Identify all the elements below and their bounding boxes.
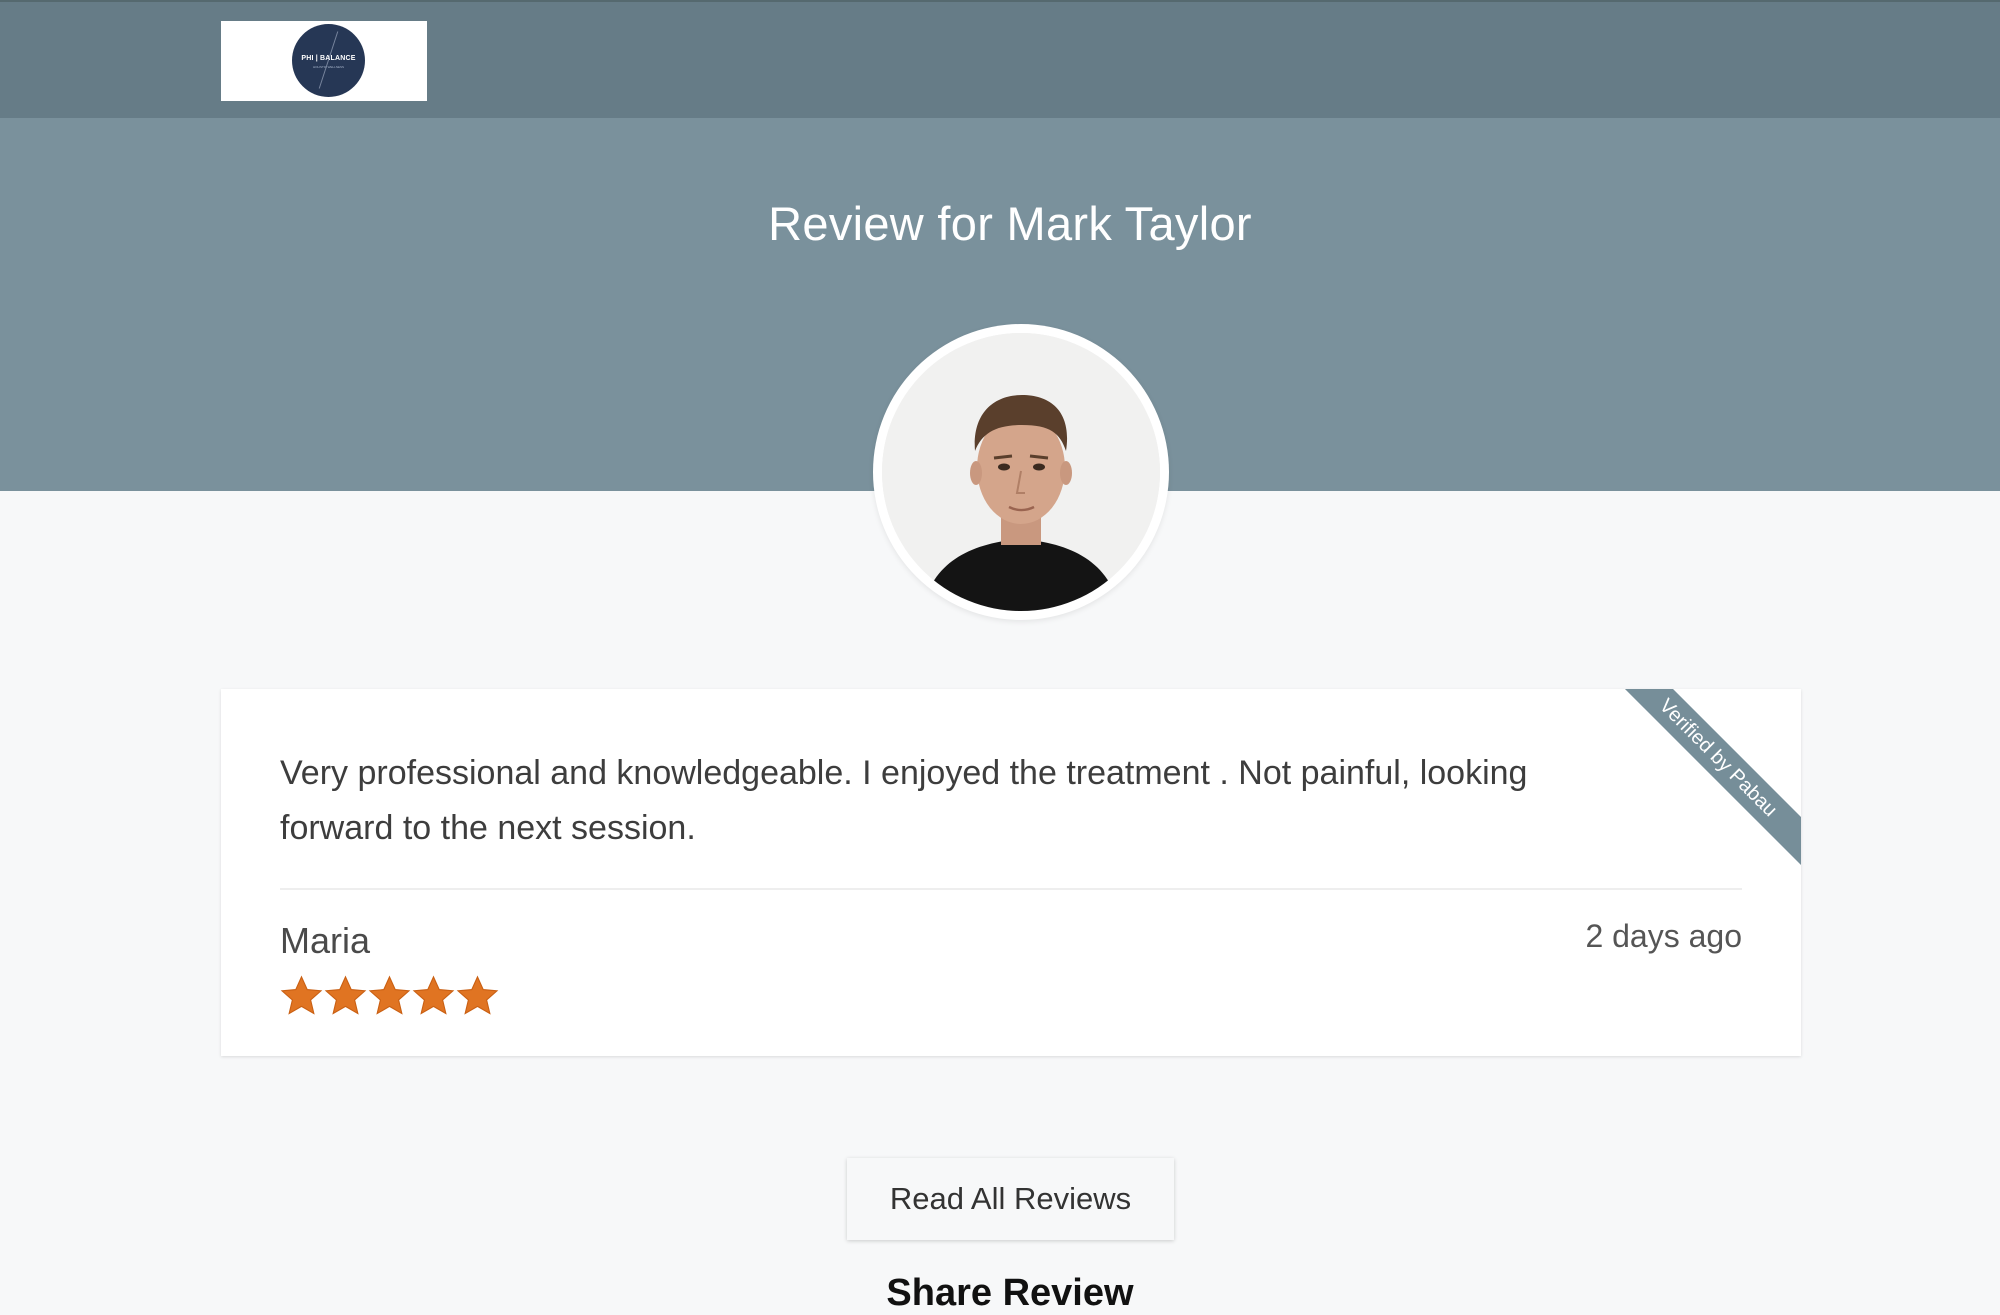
- practitioner-avatar: [873, 324, 1169, 620]
- star-rating: [280, 974, 499, 1020]
- read-all-reviews-button[interactable]: Read All Reviews: [847, 1158, 1174, 1240]
- verified-ribbon: Verified by Pabau: [1603, 689, 1801, 873]
- brand-logo[interactable]: PHI | BALANCE HOLISTIC WELLNESS: [221, 21, 427, 101]
- top-header-bar: PHI | BALANCE HOLISTIC WELLNESS: [0, 0, 2000, 118]
- person-portrait-icon: [882, 333, 1160, 611]
- logo-text: PHI | BALANCE: [301, 55, 356, 62]
- card-divider: [280, 888, 1742, 890]
- reviewer-name: Maria: [280, 920, 371, 961]
- star-icon: [456, 974, 499, 1020]
- share-review-heading: Share Review: [886, 1272, 1134, 1314]
- star-icon: [412, 974, 455, 1020]
- review-card: Verified by Pabau Very professional and …: [221, 689, 1801, 1056]
- avatar-photo: [882, 333, 1160, 611]
- review-text: Very professional and knowledgeable. I e…: [280, 754, 1528, 847]
- review-date: 2 days ago: [1585, 918, 1742, 954]
- page-title: Review for Mark Taylor: [768, 197, 1252, 250]
- star-icon: [280, 974, 323, 1020]
- star-icon: [324, 974, 367, 1020]
- logo-emblem: PHI | BALANCE HOLISTIC WELLNESS: [292, 24, 365, 97]
- star-icon: [368, 974, 411, 1020]
- logo-subtext: HOLISTIC WELLNESS: [312, 65, 344, 69]
